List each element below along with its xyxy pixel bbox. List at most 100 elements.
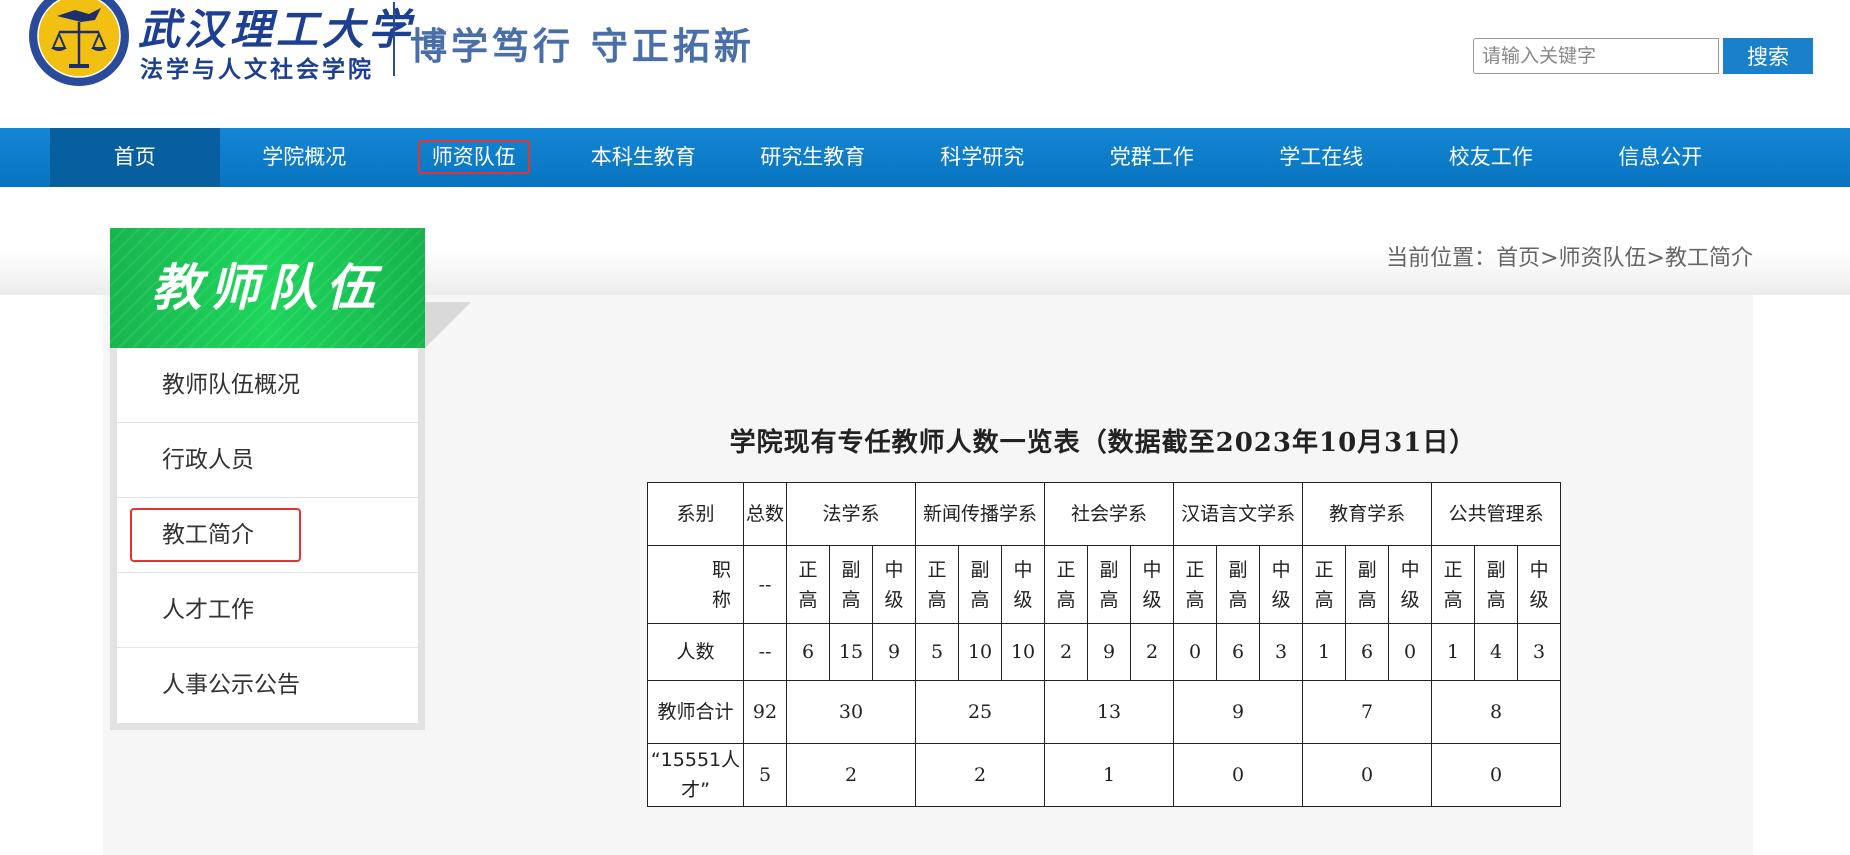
table-count-row: 人数 -- 6 15 9 5 10 10 2 9 2 0 6 3 1 6 0 1… [647,623,1562,681]
sidebar-item-admin-staff[interactable]: 行政人员 [117,423,418,498]
table-cell: 13 [1044,680,1175,744]
table-cell: 中级 [1388,545,1433,624]
sidebar-fold-decoration [425,302,471,348]
table-cell: 副高 [829,545,873,624]
table-cell: -- [743,623,787,681]
sidebar-title: 教师队伍 [151,258,384,317]
table-cell: 0 [1173,623,1218,681]
table-header-cell: 新闻传播学系 [915,482,1046,546]
staff-count-table: 系别 总数 法学系 新闻传播学系 社会学系 汉语言文学系 教育学系 公共管理系 … [647,482,1562,807]
rank-text: 中级 [1142,558,1162,611]
college-name-logo: 法学与人文社会学院 [140,56,374,83]
table-cell: 9 [1173,680,1304,744]
rank-text: 副高 [841,558,861,611]
rank-text: 正高 [927,558,947,611]
nav-item-party[interactable]: 党群工作 [1067,128,1237,187]
sidebar-banner: 教师队伍 [110,228,425,348]
table-cell: “15551人才” [647,743,744,807]
table-cell: 4 [1474,623,1519,681]
breadcrumb[interactable]: 当前位置：首页>师资队伍>教工简介 [1386,240,1753,272]
sidebar-menu: 教师队伍概况 行政人员 教工简介 人才工作 人事公示公告 [110,348,425,730]
rank-text: 副高 [1357,558,1377,611]
rank-text: 副高 [970,558,990,611]
nav-item-graduate[interactable]: 研究生教育 [728,128,898,187]
table-cell: 0 [1302,743,1433,807]
university-seal-icon[interactable] [27,0,131,88]
table-cell: 92 [743,680,787,744]
table-cell: 2 [1130,623,1175,681]
rank-text: 中级 [1400,558,1420,611]
site-header: 武汉理工大学 法学与人文社会学院 博学笃行 守正拓新 搜索 [0,0,1850,128]
table-cell: 5 [915,623,960,681]
nav-item-about[interactable]: 学院概况 [220,128,390,187]
nav-item-label: 本科生教育 [590,145,696,169]
table-cell: 1 [1302,623,1347,681]
table-cell: 30 [785,680,917,744]
table-cell: 正高 [1431,545,1476,624]
table-talent-row: “15551人才” 5 2 2 1 0 0 0 [647,743,1562,807]
sidebar-item-faculty-overview[interactable]: 教师队伍概况 [117,348,418,423]
table-sum-row: 教师合计 92 30 25 13 9 7 8 [647,680,1562,744]
table-cell: 10 [958,623,1003,681]
school-name-logo[interactable]: 武汉理工大学 [138,0,414,57]
nav-item-label: 学院概况 [262,145,347,169]
table-cell: 8 [1431,680,1562,744]
table-cell: 2 [1044,623,1089,681]
table-cell: 正高 [786,545,830,624]
table-cell: 副高 [1216,545,1261,624]
nav-item-label: 校友工作 [1448,145,1533,169]
sidebar-item-label: 人才工作 [162,597,254,623]
sidebar-item-label: 人事公示公告 [162,672,300,698]
table-cell: 0 [1173,743,1304,807]
table-cell: 6 [1345,623,1390,681]
table-cell: 2 [785,743,917,807]
nav-item-research[interactable]: 科学研究 [898,128,1068,187]
nav-item-label: 科学研究 [940,145,1025,169]
table-header-cell: 公共管理系 [1431,482,1562,546]
nav-item-undergraduate[interactable]: 本科生教育 [559,128,729,187]
table-cell: 3 [1259,623,1304,681]
table-cell: 10 [1001,623,1046,681]
table-header-cell: 系别 [647,482,744,546]
table-cell: 中级 [1001,545,1046,624]
nav-item-disclosure[interactable]: 信息公开 [1576,128,1746,187]
table-cell: 正高 [915,545,960,624]
table-cell: 5 [743,743,787,807]
sidebar-item-label: 教师队伍概况 [162,372,300,398]
table-cell: 正高 [1302,545,1347,624]
search-input[interactable] [1473,38,1719,74]
rank-text: 中级 [1013,558,1033,611]
table-cell: 3 [1517,623,1562,681]
table-cell: 副高 [1087,545,1132,624]
nav-item-label: 首页 [113,145,156,169]
rank-text: 副高 [1228,558,1248,611]
table-cell: 6 [1216,623,1261,681]
sidebar-item-staff-profiles[interactable]: 教工简介 [117,498,418,573]
table-cell: 教师合计 [647,680,744,744]
table-cell: 0 [1431,743,1562,807]
rank-text: 副高 [1486,558,1506,611]
table-cell: 副高 [1345,545,1390,624]
table-cell: 中级 [1130,545,1175,624]
search-button[interactable]: 搜索 [1723,38,1813,74]
table-cell: 1 [1044,743,1175,807]
nav-item-home[interactable]: 首页 [50,128,220,187]
sidebar-item-hr-announcements[interactable]: 人事公示公告 [117,648,418,723]
table-cell: 7 [1302,680,1433,744]
rank-text: 中级 [1529,558,1549,611]
table-cell: 0 [1388,623,1433,681]
table-cell: 2 [915,743,1046,807]
nav-item-faculty[interactable]: 师资队伍 [389,128,559,187]
table-cell: 25 [915,680,1046,744]
nav-item-alumni[interactable]: 校友工作 [1406,128,1576,187]
table-title: 学院现有专任教师人数一览表（数据截至2023年10月31日） [729,428,1477,458]
table-header-cell: 法学系 [785,482,917,546]
nav-item-student-affairs[interactable]: 学工在线 [1237,128,1407,187]
nav-item-label: 研究生教育 [760,145,866,169]
sidebar-item-talent-work[interactable]: 人才工作 [117,573,418,648]
table-rank-row: 职称 -- 正高 副高 中级 正高 副高 中级 正高 副高 中级 正高 副高 中… [647,545,1562,624]
rank-text: 副高 [1099,558,1119,611]
table-cell: 正高 [1044,545,1089,624]
table-cell: 9 [871,623,917,681]
table-cell: 中级 [871,545,917,624]
